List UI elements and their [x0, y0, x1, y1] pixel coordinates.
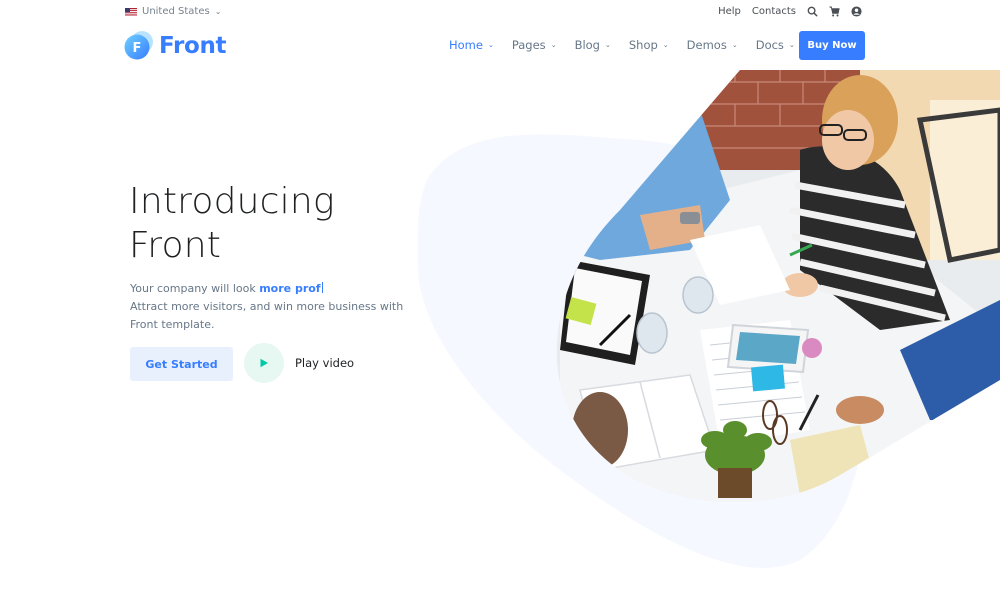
nav-item-home[interactable]: Home ⌄ — [449, 38, 494, 52]
typing-caret — [321, 282, 323, 293]
hero-title-line2: Front — [129, 225, 222, 266]
chevron-down-icon: ⌄ — [731, 41, 738, 49]
chevron-down-icon: ⌄ — [487, 41, 494, 49]
nav-item-label: Docs — [755, 38, 784, 52]
cart-icon[interactable] — [829, 6, 840, 17]
front-logo-icon: F — [124, 31, 153, 60]
top-links: Help Contacts — [718, 6, 862, 17]
locale-selector[interactable]: United States ⌄ — [125, 6, 221, 17]
nav-item-label: Pages — [511, 38, 546, 52]
hero-sub-line2: Attract more visitors, and win more busi… — [130, 300, 404, 313]
brand-name: Front — [159, 32, 227, 59]
chevron-down-icon: ⌄ — [214, 7, 222, 16]
main-nav: Home ⌄ Pages ⌄ Blog ⌄ Shop ⌄ Demos ⌄ Doc… — [449, 38, 813, 52]
nav-item-shop[interactable]: Shop ⌄ — [629, 38, 669, 52]
hero-sub-prefix: Your company will look — [130, 282, 260, 295]
chevron-down-icon: ⌄ — [662, 41, 669, 49]
nav-item-pages[interactable]: Pages ⌄ — [512, 38, 557, 52]
hero-sub-typed-highlight: more prof — [259, 282, 321, 295]
play-circle[interactable] — [244, 343, 284, 383]
logo-mark-letter: F — [133, 41, 142, 56]
chevron-down-icon: ⌄ — [604, 41, 611, 49]
user-icon[interactable] — [851, 6, 862, 17]
hero-subtitle: Your company will look more prof Attract… — [130, 280, 410, 334]
play-icon — [260, 358, 268, 368]
search-icon[interactable] — [807, 6, 818, 17]
brand-logo[interactable]: F Front — [124, 30, 227, 61]
play-video-button[interactable]: Play video — [244, 343, 354, 383]
hero-title: Introducing Front — [129, 180, 335, 268]
nav-item-demos[interactable]: Demos ⌄ — [687, 38, 738, 52]
nav-item-label: Shop — [628, 38, 658, 52]
nav-item-label: Demos — [686, 38, 727, 52]
buy-now-button[interactable]: Buy Now — [799, 31, 865, 60]
locale-label: United States — [142, 6, 210, 17]
nav-item-label: Blog — [574, 38, 600, 52]
get-started-button[interactable]: Get Started — [130, 347, 233, 381]
contacts-link[interactable]: Contacts — [752, 6, 796, 17]
top-bar: United States ⌄ Help Contacts — [0, 0, 1000, 28]
chevron-down-icon: ⌄ — [550, 41, 557, 49]
nav-item-docs[interactable]: Docs ⌄ — [756, 38, 795, 52]
help-link[interactable]: Help — [718, 6, 741, 17]
hero-title-line1: Introducing — [129, 181, 335, 222]
hero-sub-line3: Front template. — [130, 318, 215, 331]
chevron-down-icon: ⌄ — [788, 41, 795, 49]
nav-item-label: Home — [449, 38, 483, 52]
nav-item-blog[interactable]: Blog ⌄ — [575, 38, 611, 52]
play-video-label: Play video — [295, 356, 355, 370]
us-flag-icon — [125, 7, 137, 16]
